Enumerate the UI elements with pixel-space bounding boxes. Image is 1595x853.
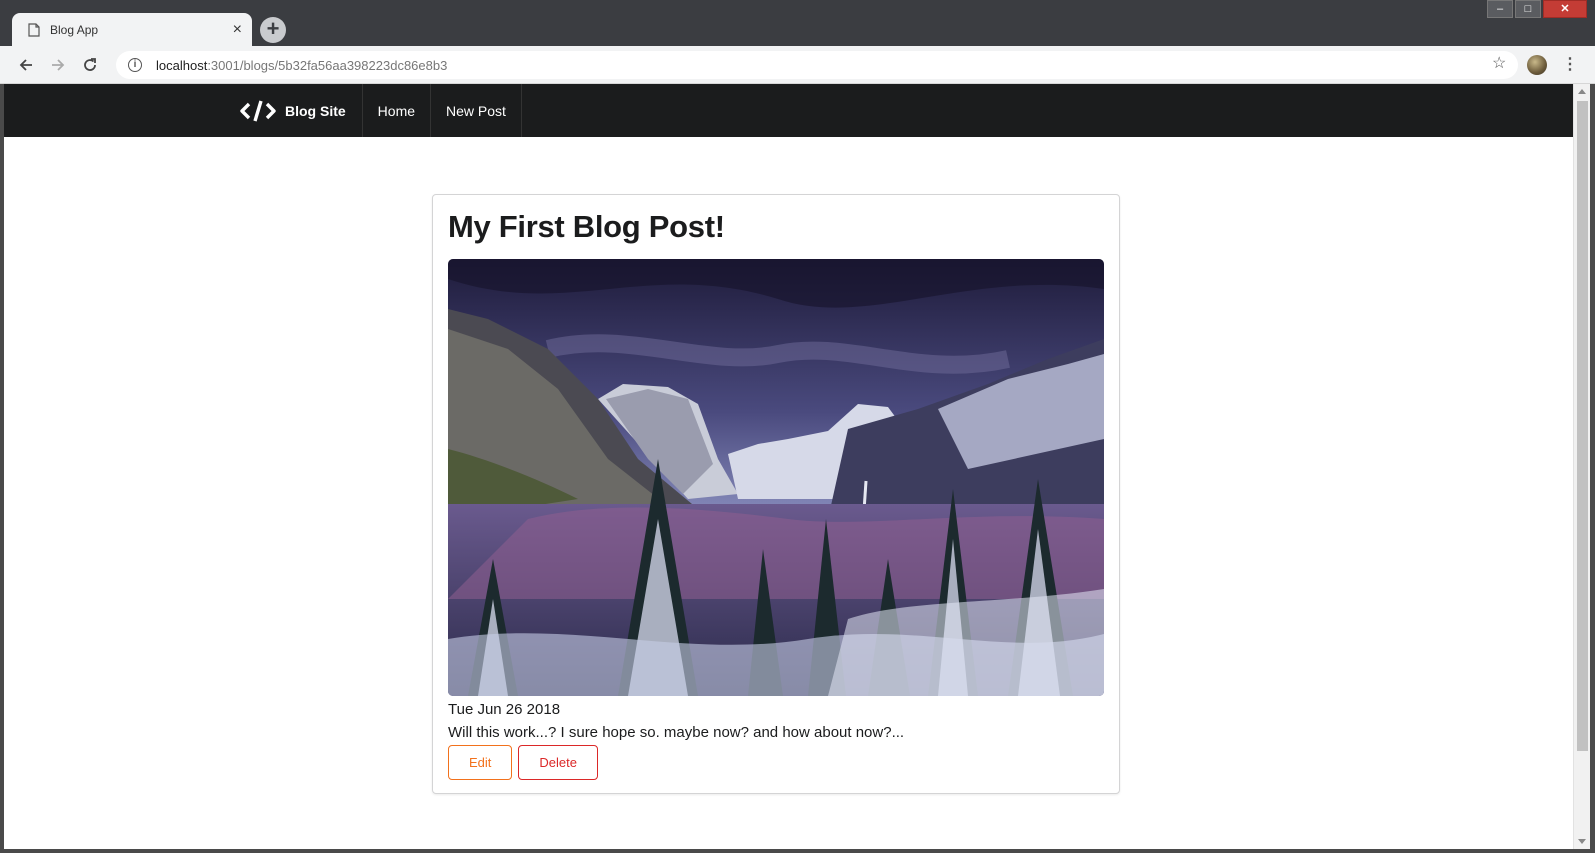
post-date: Tue Jun 26 2018 [448, 701, 561, 718]
browser-menu-icon[interactable]: ⋮ [1562, 56, 1578, 74]
page-viewport: Blog Site Home New Post My First Blog Po… [4, 84, 1573, 849]
browser-toolbar: i localhost:3001/blogs/5b32fa56aa398223d… [0, 46, 1595, 84]
forward-arrow-icon[interactable] [46, 53, 70, 77]
post-title: My First Blog Post! [448, 209, 725, 244]
back-arrow-icon[interactable] [14, 53, 38, 77]
scroll-up-arrow-icon[interactable] [1578, 89, 1586, 94]
document-icon [28, 23, 40, 37]
page-scrollbar[interactable] [1573, 84, 1590, 849]
browser-tab[interactable]: Blog App × [12, 13, 252, 47]
profile-avatar[interactable] [1527, 55, 1547, 75]
address-bar[interactable]: i localhost:3001/blogs/5b32fa56aa398223d… [116, 51, 1518, 79]
nav-item-home[interactable]: Home [363, 84, 432, 137]
bookmark-star-icon[interactable]: ☆ [1492, 56, 1508, 72]
scrollbar-thumb[interactable] [1577, 101, 1588, 751]
window-close-button[interactable]: ✕ [1543, 0, 1587, 18]
new-tab-button[interactable]: + [260, 17, 286, 43]
info-icon[interactable]: i [128, 58, 142, 72]
maximize-button[interactable]: □ [1515, 0, 1541, 18]
url-path: :3001/blogs/5b32fa56aa398223dc86e8b3 [207, 57, 448, 73]
tab-title: Blog App [50, 23, 99, 37]
edit-button[interactable]: Edit [448, 745, 513, 780]
code-icon [240, 100, 276, 121]
scroll-down-arrow-icon[interactable] [1578, 839, 1586, 844]
delete-button[interactable]: Delete [518, 745, 598, 780]
brand-link[interactable]: Blog Site [236, 84, 363, 137]
browser-titlebar: Blog App × + – □ ✕ [0, 0, 1595, 47]
reload-icon[interactable] [78, 53, 102, 77]
post-image [448, 259, 1104, 696]
url-host: localhost [156, 57, 208, 73]
blog-post-card: My First Blog Post! Tue Jun 26 2018 Will… [432, 194, 1120, 794]
brand-label: Blog Site [285, 102, 346, 119]
post-body: Will this work...? I sure hope so. maybe… [448, 724, 905, 741]
nav-item-new-post[interactable]: New Post [431, 84, 522, 137]
close-tab-icon[interactable]: × [233, 22, 242, 38]
window-controls: – □ ✕ [1487, 0, 1587, 18]
minimize-button[interactable]: – [1487, 0, 1513, 18]
site-navbar: Blog Site Home New Post [4, 84, 1573, 137]
post-actions: Edit Delete [448, 745, 1104, 780]
